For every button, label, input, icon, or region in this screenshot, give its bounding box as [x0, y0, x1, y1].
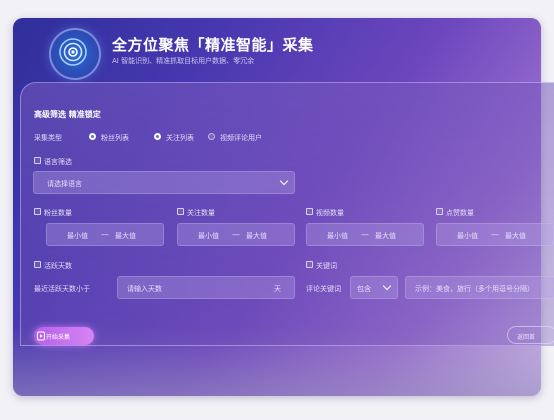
range-separator: —: [491, 230, 499, 239]
collect-type-label: 采集类型: [34, 134, 62, 142]
radio-fans-list-label[interactable]: 粉丝列表: [101, 133, 129, 143]
fans-count-range[interactable]: 最小值 — 最大值: [46, 223, 164, 246]
following-min-input[interactable]: 最小值: [198, 231, 219, 241]
keyword-input[interactable]: 示例：美食，旅行（多个用逗号分隔）: [405, 276, 554, 299]
likes-max-input[interactable]: 最大值: [505, 231, 526, 241]
range-separator: —: [361, 230, 369, 239]
active-days-placeholder: 请输入天数: [127, 285, 162, 293]
language-select-placeholder: 请选择语言: [47, 180, 82, 188]
following-count-checkbox[interactable]: [177, 208, 184, 215]
start-collect-button[interactable]: 开始采集: [34, 327, 94, 345]
return-home-button[interactable]: 返回首: [507, 326, 554, 344]
radar-logo-icon: [49, 28, 101, 80]
keyword-mode-select[interactable]: 包含: [350, 276, 398, 299]
fans-max-input[interactable]: 最大值: [115, 231, 136, 241]
days-unit: 天: [274, 285, 281, 293]
active-days-label: 活跃天数: [44, 262, 72, 270]
language-filter-label: 语言筛选: [44, 158, 72, 166]
active-days-checkbox[interactable]: [34, 261, 41, 268]
chevron-down-icon: [382, 281, 392, 291]
radio-video-comment-users-label[interactable]: 视频评论用户: [220, 133, 262, 143]
likes-count-range[interactable]: 最小值 — 最大值: [436, 223, 554, 246]
keyword-checkbox[interactable]: [306, 261, 313, 268]
start-collect-label: 开始采集: [46, 334, 71, 341]
app-subtitle: AI 智能识别、精准抓取目标用户数据、零冗余: [112, 57, 255, 65]
video-min-input[interactable]: 最小值: [327, 231, 348, 241]
comment-keyword-row-label: 评论关键词: [306, 285, 341, 293]
range-separator: —: [232, 230, 240, 239]
following-count-label: 关注数量: [187, 209, 215, 217]
video-max-input[interactable]: 最大值: [375, 231, 396, 241]
chevron-down-icon: [279, 176, 289, 186]
fans-count-label: 粉丝数量: [44, 209, 72, 217]
range-separator: —: [101, 230, 109, 239]
keyword-label: 关键词: [316, 262, 337, 270]
panel-title: 高级筛选 精准锁定: [34, 110, 101, 119]
following-max-input[interactable]: 最大值: [246, 231, 267, 241]
keyword-placeholder: 示例：美食，旅行（多个用逗号分隔）: [415, 285, 534, 293]
start-icon: [37, 331, 45, 341]
keyword-mode-value: 包含: [357, 285, 371, 293]
video-count-checkbox[interactable]: [306, 208, 313, 215]
likes-count-checkbox[interactable]: [436, 208, 443, 215]
radio-following-list-label[interactable]: 关注列表: [166, 133, 194, 143]
radio-fans-list[interactable]: [89, 133, 96, 140]
language-filter-checkbox[interactable]: [34, 157, 41, 164]
fans-min-input[interactable]: 最小值: [67, 231, 88, 241]
video-count-label: 视频数量: [316, 209, 344, 217]
following-count-range[interactable]: 最小值 — 最大值: [177, 223, 295, 246]
radio-following-list[interactable]: [154, 133, 161, 140]
video-count-range[interactable]: 最小值 — 最大值: [306, 223, 424, 246]
radio-video-comment-users[interactable]: [208, 133, 215, 140]
likes-count-label: 点赞数量: [446, 209, 474, 217]
return-home-label: 返回首: [517, 334, 536, 341]
language-select[interactable]: 请选择语言: [33, 171, 295, 194]
fans-count-checkbox[interactable]: [34, 208, 41, 215]
likes-min-input[interactable]: 最小值: [457, 231, 478, 241]
active-days-input[interactable]: 请输入天数 天: [117, 276, 295, 299]
app-title: 全方位聚焦「精准智能」采集: [112, 36, 314, 54]
active-days-row-label: 最近活跃天数小于: [34, 285, 90, 293]
